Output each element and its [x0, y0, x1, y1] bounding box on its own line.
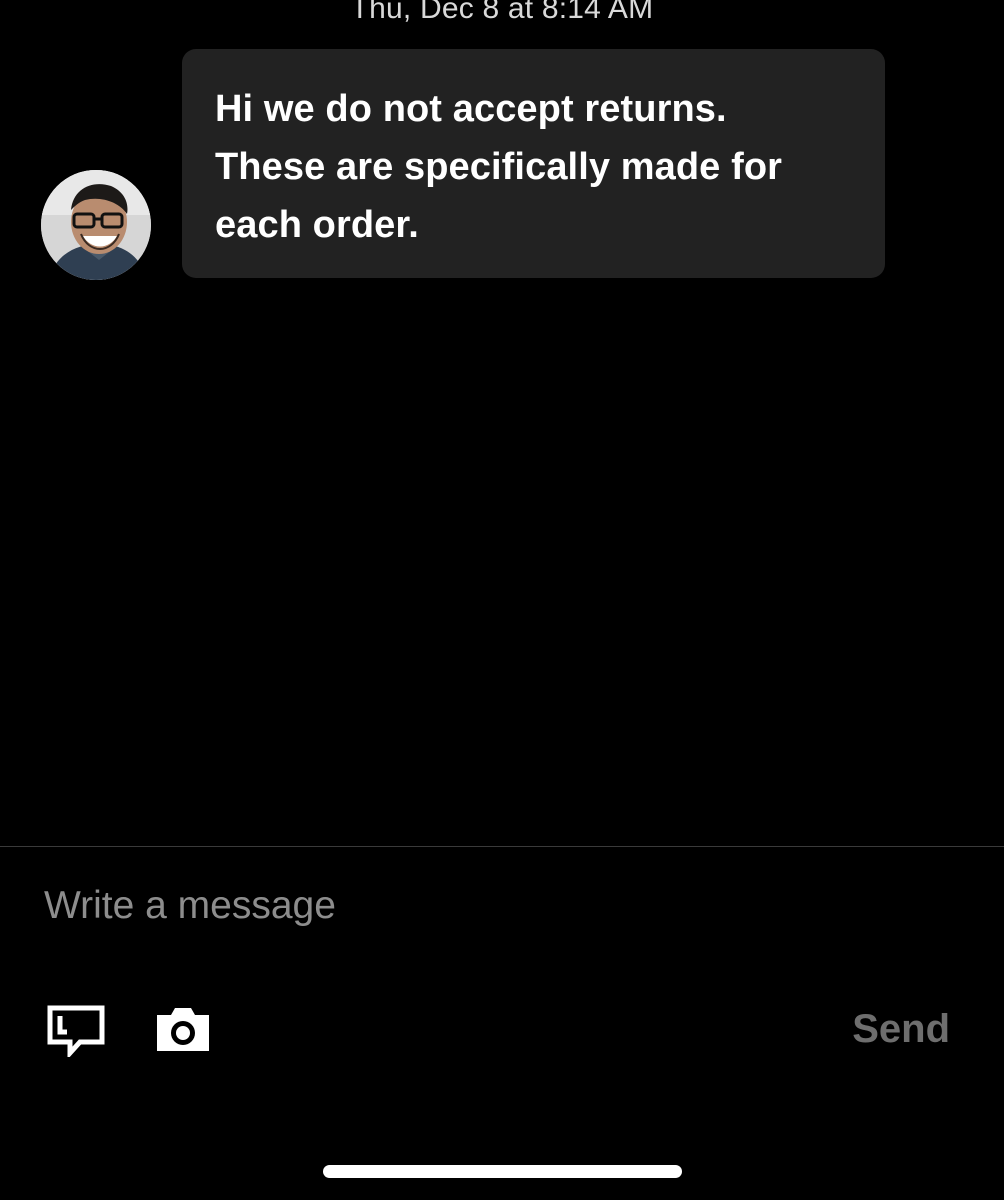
- home-indicator[interactable]: [323, 1165, 682, 1178]
- person-avatar-icon: [41, 170, 151, 280]
- message-input[interactable]: [44, 878, 944, 934]
- saved-reply-icon[interactable]: [47, 1005, 105, 1060]
- message-timestamp: Thu, Dec 8 at 8:14 AM: [350, 0, 654, 25]
- sender-avatar[interactable]: [41, 170, 151, 280]
- camera-icon[interactable]: [157, 1007, 209, 1051]
- message-text: Hi we do not accept returns. These are s…: [215, 88, 783, 246]
- send-button[interactable]: Send: [840, 1002, 950, 1056]
- message-bubble[interactable]: Hi we do not accept returns. These are s…: [182, 49, 885, 278]
- composer-divider: [0, 846, 1004, 847]
